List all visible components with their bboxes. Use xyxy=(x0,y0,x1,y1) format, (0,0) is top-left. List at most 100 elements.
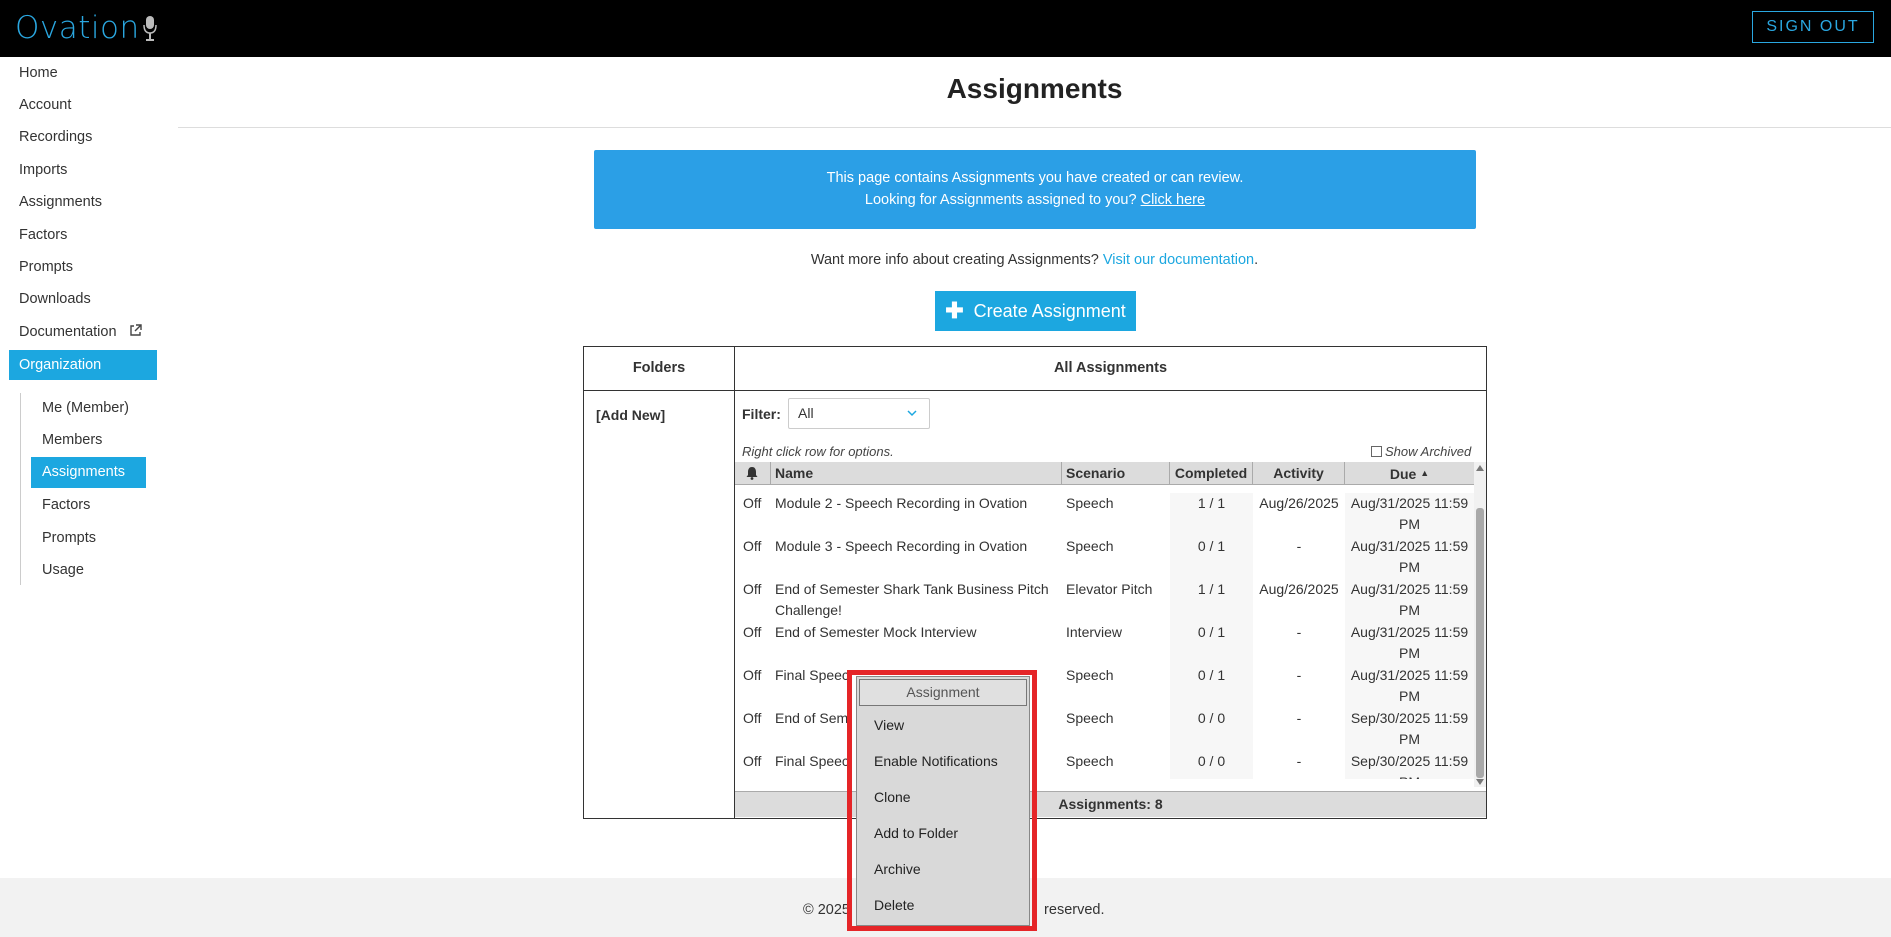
table-row[interactable]: Off End of Semester Shark Tank Business … xyxy=(735,579,1474,622)
row-due: Sep/30/2025 11:59 PM xyxy=(1345,751,1474,779)
row-due-line1: Aug/31/2025 11:59 xyxy=(1350,581,1469,597)
row-completed: 1 / 1 xyxy=(1197,581,1226,597)
row-due-line1: Aug/31/2025 11:59 xyxy=(1350,624,1469,640)
row-due-line2: PM xyxy=(1345,772,1474,779)
click-here-link[interactable]: Click here xyxy=(1141,192,1205,208)
table-row[interactable]: Off End of Sem Speech 0 / 0 - Sep/30/202… xyxy=(735,708,1474,751)
row-due-line1: Aug/31/2025 11:59 xyxy=(1350,495,1469,511)
row-completed: 0 / 0 xyxy=(1197,710,1226,726)
menu-item-view[interactable]: View xyxy=(874,717,904,733)
documentation-link[interactable]: Visit our documentation xyxy=(1103,252,1254,268)
row-completed: 0 / 1 xyxy=(1197,667,1226,683)
row-name: Module 3 - Speech Recording in Ovation xyxy=(775,536,1060,557)
row-due-line2: PM xyxy=(1399,602,1420,618)
right-click-hint: Right click row for options. xyxy=(742,444,894,459)
logo-text: Ovation xyxy=(15,10,140,46)
filter-value: All xyxy=(798,405,814,421)
table-row[interactable]: Off Final Speec Speech 0 / 1 - Aug/31/20… xyxy=(735,665,1474,708)
sidebar-item-imports[interactable]: Imports xyxy=(19,162,67,178)
add-new-folder-link[interactable]: [Add New] xyxy=(596,407,665,423)
row-notification: Off xyxy=(743,753,762,769)
sidebar-item-prompts[interactable]: Prompts xyxy=(19,259,73,275)
table-row[interactable]: Off End of Semester Mock Interview Inter… xyxy=(735,622,1474,665)
subnav-item-members[interactable]: Members xyxy=(42,432,102,448)
row-name-line1: End of Semester Mock Interview xyxy=(775,624,977,640)
row-scenario: Elevator Pitch xyxy=(1066,581,1153,597)
column-activity[interactable]: Activity xyxy=(1253,462,1345,485)
grid-scrollbar[interactable] xyxy=(1474,462,1486,787)
scroll-thumb[interactable] xyxy=(1476,508,1484,778)
column-due[interactable]: Due ▲ xyxy=(1345,462,1474,485)
row-scenario: Speech xyxy=(1066,538,1114,554)
sidebar-item-account[interactable]: Account xyxy=(19,97,71,113)
subnav-item-prompts[interactable]: Prompts xyxy=(42,530,96,546)
row-notification: Off xyxy=(743,667,762,683)
menu-item-enable-notifications[interactable]: Enable Notifications xyxy=(874,753,998,769)
plus-icon: ✚ xyxy=(945,298,964,323)
row-activity: Aug/26/2025 xyxy=(1259,581,1339,597)
column-scenario[interactable]: Scenario xyxy=(1062,462,1170,485)
page-title: Assignments xyxy=(946,73,1123,104)
subnav-item-assignments[interactable]: Assignments xyxy=(31,457,146,488)
table-row[interactable]: Off Final Speec Speech 0 / 0 - Sep/30/20… xyxy=(735,751,1474,779)
row-scenario: Speech xyxy=(1066,495,1114,511)
row-due-line1: Aug/31/2025 11:59 xyxy=(1350,538,1469,554)
row-name: End of Semester Mock Interview xyxy=(775,622,1060,643)
row-notification: Off xyxy=(743,495,762,511)
row-completed: 1 / 1 xyxy=(1197,495,1226,511)
column-notifications[interactable] xyxy=(735,462,771,485)
sidebar-item-home[interactable]: Home xyxy=(19,65,58,81)
filter-label: Filter: xyxy=(742,406,781,422)
context-menu-title: Assignment xyxy=(859,679,1027,706)
row-name: End of Semester Shark Tank Business Pitc… xyxy=(775,579,1060,621)
menu-item-add-to-folder[interactable]: Add to Folder xyxy=(874,825,958,841)
subnav-item-usage[interactable]: Usage xyxy=(42,562,84,578)
sidebar-item-factors[interactable]: Factors xyxy=(19,227,67,243)
column-completed[interactable]: Completed xyxy=(1170,462,1253,485)
menu-item-archive[interactable]: Archive xyxy=(874,861,921,877)
table-row[interactable]: Off Module 3 - Speech Recording in Ovati… xyxy=(735,536,1474,579)
all-assignments-header: All Assignments xyxy=(735,347,1486,391)
column-name[interactable]: Name xyxy=(771,462,1062,485)
row-completed: 0 / 0 xyxy=(1197,753,1226,769)
scroll-down-icon[interactable] xyxy=(1476,779,1484,785)
row-activity: Aug/26/2025 xyxy=(1259,495,1339,511)
row-due-line2: PM xyxy=(1399,645,1420,661)
sidebar-item-documentation[interactable]: Documentation xyxy=(19,324,142,340)
sign-out-button[interactable]: SIGN OUT xyxy=(1752,11,1874,43)
row-activity: - xyxy=(1296,710,1302,726)
footer-left: © 2025 xyxy=(803,902,850,918)
scroll-up-icon[interactable] xyxy=(1476,465,1484,471)
row-due-line2: PM xyxy=(1399,559,1420,575)
sidebar-item-downloads[interactable]: Downloads xyxy=(19,291,91,307)
sidebar-item-organization[interactable]: Organization xyxy=(9,350,157,380)
sidebar-item-assignments[interactable]: Assignments xyxy=(19,194,102,210)
column-due-label: Due xyxy=(1389,466,1417,482)
filter-select[interactable]: All xyxy=(788,398,930,429)
row-due-line2: PM xyxy=(1399,731,1420,747)
row-due: Aug/31/2025 11:59 PM xyxy=(1345,493,1474,535)
subnav-item-me-member[interactable]: Me (Member) xyxy=(42,400,129,416)
sidebar-item-recordings[interactable]: Recordings xyxy=(19,129,92,145)
show-archived-toggle[interactable]: Show Archived xyxy=(1371,444,1471,459)
create-assignment-button[interactable]: ✚ Create Assignment xyxy=(935,291,1136,331)
row-activity: - xyxy=(1296,753,1302,769)
row-notification: Off xyxy=(743,624,762,640)
row-due-line1: Sep/30/2025 11:59 xyxy=(1350,753,1469,769)
bell-icon xyxy=(746,467,758,480)
row-scenario: Speech xyxy=(1066,710,1114,726)
show-archived-label: Show Archived xyxy=(1385,444,1472,459)
row-activity: - xyxy=(1296,624,1302,640)
documentation-note-text: Want more info about creating Assignment… xyxy=(810,252,1099,268)
menu-item-delete[interactable]: Delete xyxy=(874,897,914,913)
row-due: Aug/31/2025 11:59 PM xyxy=(1345,536,1474,578)
show-archived-checkbox[interactable] xyxy=(1371,446,1382,457)
subnav-item-factors[interactable]: Factors xyxy=(42,497,90,513)
row-name-line1: Module 3 - Speech Recording in Ovation xyxy=(775,538,1028,554)
folders-header: Folders xyxy=(584,347,735,391)
grid-header: Name Scenario Completed Activity Due ▲ xyxy=(735,462,1474,485)
table-row[interactable]: Off Module 2 - Speech Recording in Ovati… xyxy=(735,493,1474,536)
menu-item-clone[interactable]: Clone xyxy=(874,789,911,805)
app-logo[interactable]: Ovation xyxy=(15,10,158,46)
row-due-line2: PM xyxy=(1399,516,1420,532)
